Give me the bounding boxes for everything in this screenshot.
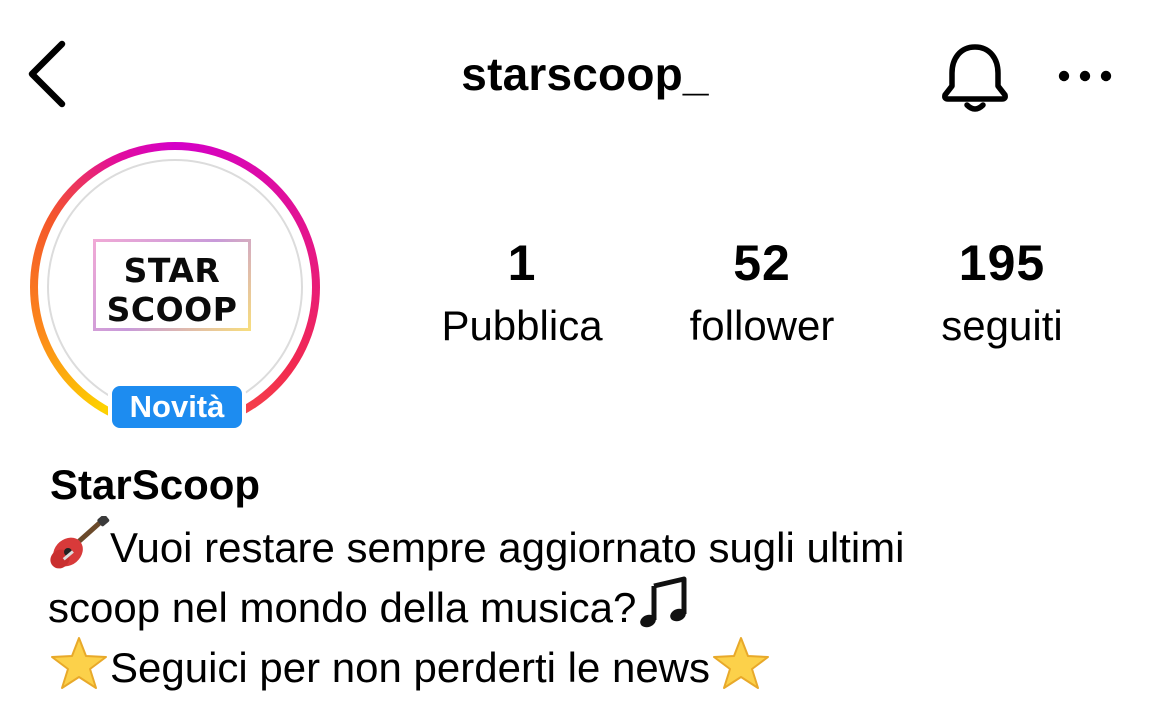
- bio-line-2: scoop nel mondo della musica?: [48, 576, 698, 637]
- star-emoji: [710, 636, 772, 690]
- music-notes-emoji: [636, 576, 698, 630]
- guitar-emoji: [48, 516, 110, 570]
- profile-display-name: StarScoop: [50, 461, 261, 508]
- logo-line-star: STAR: [123, 251, 221, 290]
- bio-line-1: Vuoi restare sempre aggiornato sugli ult…: [48, 516, 905, 577]
- starscoop-logo: STAR SCOOP: [93, 239, 251, 331]
- new-badge: Novità: [108, 382, 246, 432]
- posts-count[interactable]: 1 Pubblica: [402, 232, 642, 354]
- bio-line-3-text: Seguici per non perderti le news: [110, 644, 711, 691]
- following-count-value: 195: [958, 235, 1046, 291]
- followers-count[interactable]: 52 follower: [642, 232, 882, 354]
- bio-line-1-text: Vuoi restare sempre aggiornato sugli ult…: [110, 524, 905, 571]
- star-emoji: [48, 636, 110, 690]
- posts-count-value: 1: [507, 235, 537, 291]
- followers-count-label: follower: [689, 302, 835, 349]
- following-count[interactable]: 195 seguiti: [882, 232, 1122, 354]
- profile-avatar[interactable]: STAR SCOOP Novità: [26, 138, 324, 436]
- followers-count-value: 52: [733, 235, 791, 291]
- following-count-label: seguiti: [941, 302, 1063, 349]
- more-options-button[interactable]: [1054, 56, 1116, 96]
- bell-icon: [942, 44, 1008, 112]
- logo-line-scoop: SCOOP: [106, 290, 238, 329]
- notifications-bell-button[interactable]: [938, 40, 1012, 116]
- posts-count-label: Pubblica: [441, 302, 603, 349]
- ellipsis-icon: [1058, 70, 1112, 82]
- bio-line-3: Seguici per non perderti le news: [48, 636, 772, 697]
- bio-line-2-text: scoop nel mondo della musica?: [48, 584, 637, 631]
